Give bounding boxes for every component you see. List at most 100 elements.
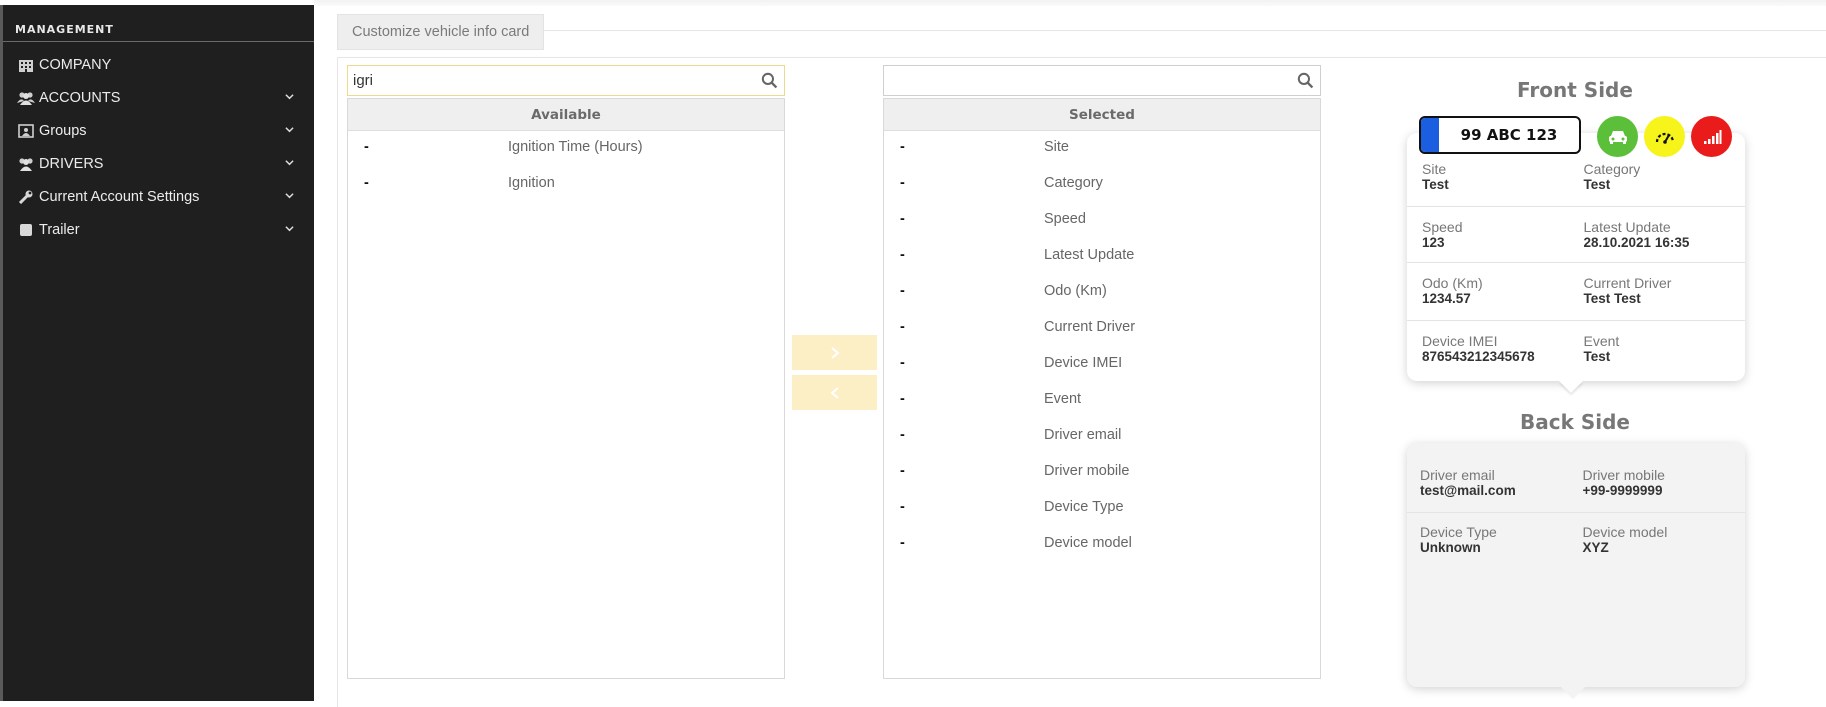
field-value: 876543212345678 — [1422, 349, 1535, 364]
list-item[interactable]: - Device model — [884, 527, 1320, 563]
list-item-label: Latest Update — [1044, 247, 1135, 263]
dash-icon: - — [900, 463, 905, 479]
field-value: 1234.57 — [1422, 291, 1471, 306]
move-right-button[interactable] — [792, 335, 877, 370]
list-item[interactable]: - Speed — [884, 203, 1320, 239]
chevron-down-icon[interactable] — [285, 92, 294, 101]
selected-list: Selected - Site - Category - Speed - Latest … — [883, 98, 1321, 679]
dash-icon: - — [900, 535, 905, 551]
list-item-label: Odo (Km) — [1044, 283, 1107, 299]
list-item[interactable]: - Ignition Time (Hours) — [348, 131, 784, 167]
field-value: Test — [1583, 349, 1611, 364]
card-pointer — [1559, 381, 1583, 393]
card-field: Device IMEI 876543212345678 — [1422, 333, 1584, 381]
list-item[interactable]: - Current Driver — [884, 311, 1320, 347]
card-field: Site Test — [1422, 161, 1584, 206]
list-item-label: Site — [1044, 139, 1069, 155]
wrench-icon — [17, 189, 35, 205]
field-value: test@mail.com — [1420, 483, 1516, 498]
list-item[interactable]: - Driver mobile — [884, 455, 1320, 491]
front-card: Site Test Category Test Speed 123 Latest Up… — [1407, 133, 1745, 381]
tab-divider — [544, 30, 1826, 31]
field-label: Latest Update — [1583, 219, 1671, 235]
card-field: Device model XYZ — [1583, 524, 1746, 571]
selected-heading: Selected — [884, 99, 1320, 131]
sidebar-item-trailer[interactable]: Trailer — [3, 213, 314, 246]
sidebar-item-current-account-settings[interactable]: Current Account Settings — [3, 180, 314, 213]
sidebar-item-drivers[interactable]: DRIVERS — [3, 147, 314, 180]
chevron-down-icon[interactable] — [285, 224, 294, 233]
list-item[interactable]: - Latest Update — [884, 239, 1320, 275]
field-value: +99-9999999 — [1582, 483, 1663, 498]
dash-icon: - — [900, 211, 905, 227]
card-field: Speed 123 — [1422, 219, 1584, 262]
available-heading: Available — [348, 99, 784, 131]
search-icon[interactable] — [761, 72, 778, 89]
field-label: Event — [1583, 333, 1620, 349]
users-icon — [17, 90, 35, 106]
chevron-down-icon[interactable] — [285, 191, 294, 200]
available-search-input[interactable] — [348, 66, 784, 95]
front-side-title: Front Side — [1517, 78, 1633, 102]
dash-icon: - — [900, 175, 905, 191]
back-side-title: Back Side — [1520, 410, 1630, 434]
list-item-label: Driver email — [1044, 427, 1122, 443]
list-item-label: Event — [1044, 391, 1082, 407]
plate-number: 99 ABC 123 — [1460, 126, 1558, 144]
dash-icon: - — [900, 247, 905, 263]
list-item-label: Ignition Time (Hours) — [508, 139, 643, 155]
list-item[interactable]: - Driver email — [884, 419, 1320, 455]
field-value: Test — [1583, 177, 1611, 192]
available-list: Available - Ignition Time (Hours) - Igni… — [347, 98, 785, 679]
card-row: Device Type Unknown Device model XYZ — [1407, 513, 1745, 571]
selected-search-input[interactable] — [884, 66, 1320, 95]
sidebar-item-label: Groups — [39, 122, 87, 139]
available-list-box: Available - Ignition Time (Hours) - Igni… — [347, 65, 785, 679]
field-value: 28.10.2021 16:35 — [1583, 235, 1690, 250]
back-card: Driver email test@mail.com Driver mobile +… — [1407, 443, 1745, 687]
card-field: Category Test — [1584, 161, 1746, 206]
sidebar-item-label: ACCOUNTS — [39, 89, 121, 106]
list-item[interactable]: - Site — [884, 131, 1320, 167]
field-label: Device IMEI — [1422, 333, 1498, 349]
license-plate: 99 ABC 123 — [1419, 116, 1581, 154]
dash-icon: - — [364, 175, 369, 191]
sidebar-menu: COMPANY ACCOUNTS Groups DRIVERS Current … — [3, 48, 314, 246]
sidebar-item-groups[interactable]: Groups — [3, 114, 314, 147]
card-row: Odo (Km) 1234.57 Current Driver Test Test — [1407, 263, 1745, 321]
dash-icon: - — [364, 139, 369, 155]
field-label: Driver mobile — [1582, 467, 1665, 483]
dash-icon: - — [900, 391, 905, 407]
chevron-down-icon[interactable] — [285, 158, 294, 167]
users-icon — [17, 156, 35, 172]
tab-customize-vehicle-info-card[interactable]: Customize vehicle info card — [337, 14, 544, 50]
sidebar-item-company[interactable]: COMPANY — [3, 48, 314, 81]
sidebar: MANAGEMENT COMPANY ACCOUNTS Groups DRIVE… — [0, 5, 314, 701]
chevron-right-icon — [830, 346, 840, 359]
list-item-label: Ignition — [508, 175, 555, 191]
move-left-button[interactable] — [792, 375, 877, 410]
dash-icon: - — [900, 355, 905, 371]
list-item[interactable]: - Device IMEI — [884, 347, 1320, 383]
list-item[interactable]: - Event — [884, 383, 1320, 419]
selected-list-box: Selected - Site - Category - Speed - Latest … — [883, 65, 1321, 679]
list-item-label: Device Type — [1044, 499, 1124, 515]
field-label: Current Driver — [1583, 275, 1672, 291]
search-icon[interactable] — [1297, 72, 1314, 89]
card-row: Device IMEI 876543212345678 Event Test — [1407, 321, 1745, 381]
sidebar-item-accounts[interactable]: ACCOUNTS — [3, 81, 314, 114]
field-value: Unknown — [1420, 540, 1481, 555]
chevron-down-icon[interactable] — [285, 125, 294, 134]
list-item[interactable]: - Device Type — [884, 491, 1320, 527]
card-field: Event Test — [1584, 333, 1746, 381]
field-label: Device model — [1582, 524, 1668, 540]
list-item[interactable]: - Ignition — [348, 167, 784, 203]
list-item[interactable]: - Category — [884, 167, 1320, 203]
sidebar-item-label: DRIVERS — [39, 155, 104, 172]
field-value: Test — [1422, 177, 1449, 192]
card-field: Latest Update 28.10.2021 16:35 — [1584, 219, 1746, 262]
list-item[interactable]: - Odo (Km) — [884, 275, 1320, 311]
sidebar-heading: MANAGEMENT — [3, 5, 314, 42]
sidebar-item-label: Current Account Settings — [39, 188, 200, 205]
speedometer-icon — [1644, 116, 1685, 157]
